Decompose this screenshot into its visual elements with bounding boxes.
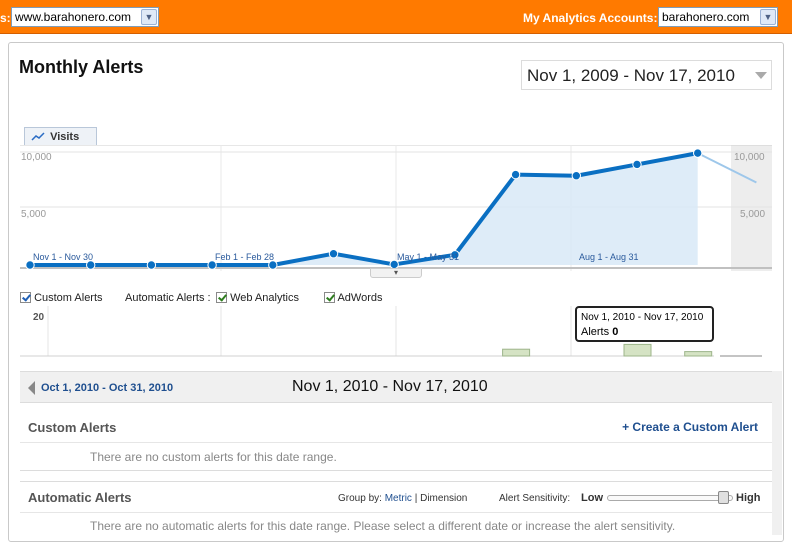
visits-point (510, 169, 521, 180)
period-label: May 1 - May 31 (397, 252, 460, 262)
checkbox-icon[interactable] (216, 292, 227, 303)
checkbox-icon[interactable] (20, 292, 31, 303)
profile-select-value: www.barahonero.com (15, 10, 132, 24)
period-label: Nov 1 - Nov 30 (33, 252, 94, 262)
alerts-y-tick: 20 (33, 312, 45, 323)
tooltip-range: Nov 1, 2010 - Nov 17, 2010 (581, 312, 704, 323)
chevron-down-icon: ▼ (760, 9, 776, 25)
automatic-alerts-heading: Automatic Alerts (28, 490, 132, 505)
current-period: Nov 1, 2010 - Nov 17, 2010 (292, 378, 488, 395)
visits-point (328, 249, 339, 259)
date-navigation: Oct 1, 2010 - Oct 31, 2010 Nov 1, 2010 -… (20, 371, 772, 403)
y-tick-label-right: 10,000 (734, 152, 765, 163)
automatic-alerts-section: Automatic Alerts Group by: Metric | Dime… (20, 481, 772, 541)
adwords-legend-label: AdWords (337, 292, 383, 304)
alerts-tooltip: Nov 1, 2010 - Nov 17, 2010 Alerts 0 (575, 306, 714, 342)
future-shade (731, 145, 772, 271)
divider (20, 512, 772, 513)
visits-point (632, 159, 642, 170)
zoom-handle[interactable]: ▾ (370, 268, 422, 278)
chevron-down-icon: ▼ (141, 9, 157, 25)
date-range-picker[interactable]: Nov 1, 2009 - Nov 17, 2010 (521, 60, 772, 90)
checkbox-icon[interactable] (324, 292, 335, 303)
web-analytics-toggle[interactable]: Web Analytics (216, 292, 299, 304)
profile-label: s: (0, 11, 11, 25)
visits-point (146, 260, 157, 270)
profile-select[interactable]: www.barahonero.com ▼ (11, 7, 159, 27)
page-title: Monthly Alerts (19, 57, 144, 77)
accounts-select-value: barahonero.com (662, 10, 750, 24)
scroll-gutter (772, 371, 782, 535)
alert-bar (502, 348, 531, 357)
y-tick-label: 10,000 (21, 152, 52, 163)
visits-point (268, 260, 278, 270)
date-range-value: Nov 1, 2009 - Nov 17, 2010 (527, 66, 735, 85)
period-label: Aug 1 - Aug 31 (579, 252, 639, 262)
sensitivity-label: Alert Sensitivity: (499, 493, 571, 504)
divider (20, 442, 772, 443)
line-chart-icon (31, 132, 45, 141)
alert-type-legend: Custom Alerts Automatic Alerts : Web Ana… (20, 292, 400, 306)
accounts-select[interactable]: barahonero.com ▼ (658, 7, 778, 27)
visits-chart (20, 145, 772, 271)
tooltip-alerts-label: Alerts (581, 326, 610, 338)
visits-point (571, 171, 581, 181)
custom-alerts-section: Custom Alerts + Create a Custom Alert Th… (20, 404, 772, 471)
tab-visits-label: Visits (50, 131, 80, 143)
custom-alerts-toggle[interactable]: Custom Alerts (20, 292, 103, 304)
create-custom-alert-link[interactable]: + Create a Custom Alert (622, 420, 758, 434)
alert-bar (684, 351, 713, 357)
group-by-separator: | (414, 493, 418, 504)
y-tick-label: 5,000 (21, 209, 47, 220)
custom-alerts-heading: Custom Alerts (28, 420, 117, 435)
previous-period-link[interactable]: Oct 1, 2010 - Oct 31, 2010 (41, 382, 173, 394)
custom-alerts-empty-message: There are no custom alerts for this date… (90, 450, 337, 464)
tooltip-alerts-value: 0 (612, 326, 619, 338)
y-tick-label-right: 5,000 (740, 209, 766, 220)
sensitivity-low-label: Low (581, 492, 603, 504)
top-bar: s: www.barahonero.com ▼ My Analytics Acc… (0, 0, 792, 34)
sensitivity-slider-track[interactable] (607, 495, 733, 501)
dropdown-arrow-icon (755, 72, 767, 79)
visits-point (207, 260, 217, 270)
custom-alerts-legend-label: Custom Alerts (34, 292, 103, 304)
visits-point (86, 260, 96, 270)
visits-point (25, 260, 35, 270)
sensitivity-slider-thumb[interactable] (718, 491, 729, 504)
alert-bar (623, 343, 652, 357)
sensitivity-high-label: High (736, 492, 761, 504)
automatic-alerts-legend-label: Automatic Alerts : (125, 292, 211, 304)
automatic-alerts-empty-message: There are no automatic alerts for this d… (90, 519, 676, 533)
period-label: Feb 1 - Feb 28 (215, 252, 275, 262)
group-by-dimension-link[interactable]: Dimension (420, 493, 467, 504)
tab-visits[interactable]: Visits (24, 127, 97, 146)
group-by-control: Group by: Metric | Dimension (338, 493, 467, 504)
group-by-metric-link[interactable]: Metric (385, 493, 412, 504)
adwords-toggle[interactable]: AdWords (324, 292, 383, 304)
tooltip-alerts: Alerts 0 (581, 325, 708, 340)
previous-arrow-icon[interactable] (28, 381, 35, 395)
visits-point (693, 148, 703, 158)
group-by-label: Group by: (338, 493, 382, 504)
web-analytics-legend-label: Web Analytics (230, 292, 299, 304)
accounts-label: My Analytics Accounts: (523, 11, 658, 25)
